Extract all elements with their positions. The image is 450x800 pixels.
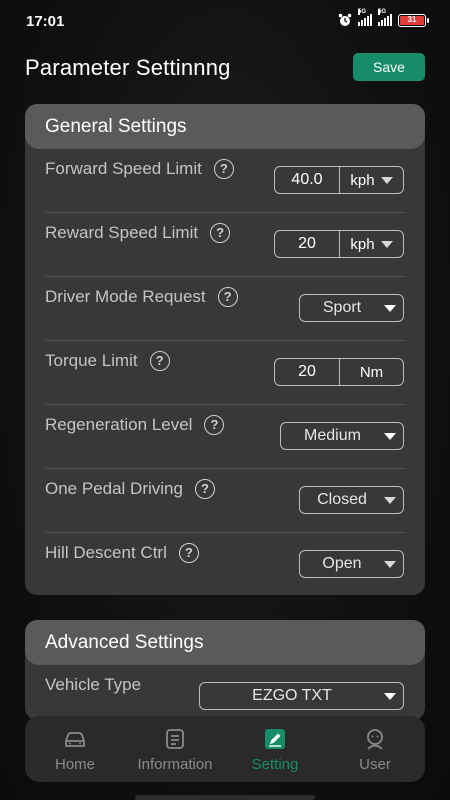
hill-descent-row: Hill Descent Ctrl ? Open xyxy=(25,533,425,595)
chevron-down-icon xyxy=(384,560,396,568)
torque-input[interactable] xyxy=(275,359,339,385)
general-settings-card: General Settings Forward Speed Limit ? k… xyxy=(25,104,425,595)
nav-setting-label: Setting xyxy=(251,756,299,773)
help-icon[interactable]: ? xyxy=(213,159,234,179)
nav-home[interactable]: Home xyxy=(25,716,125,782)
forward-speed-row: Forward Speed Limit ? kph xyxy=(25,149,425,213)
hill-descent-select[interactable]: Open xyxy=(299,550,404,578)
one-pedal-label: One Pedal Driving ? xyxy=(45,479,215,499)
signal-icon-2: 5G xyxy=(378,9,392,26)
help-icon[interactable]: ? xyxy=(210,223,231,243)
torque-unit: Nm xyxy=(339,359,403,385)
document-icon xyxy=(166,729,184,749)
forward-speed-input[interactable] xyxy=(275,167,339,193)
reward-speed-label: Reward Speed Limit ? xyxy=(45,223,231,243)
reward-speed-row: Reward Speed Limit ? kph xyxy=(25,213,425,277)
chevron-down-icon xyxy=(380,176,393,184)
vehicle-type-label: Vehicle Type xyxy=(45,675,142,694)
chevron-down-icon xyxy=(384,496,396,504)
forward-speed-label: Forward Speed Limit ? xyxy=(45,159,234,179)
forward-speed-control: kph xyxy=(274,166,404,194)
battery-icon: 31 xyxy=(398,13,429,27)
alarm-icon xyxy=(338,13,352,26)
regen-row: Regeneration Level ? Medium xyxy=(25,405,425,469)
nav-information[interactable]: Information xyxy=(125,716,225,782)
status-bar: 17:01 5G 5G 31 xyxy=(0,0,450,42)
torque-row: Torque Limit ? Nm xyxy=(25,341,425,405)
nav-user[interactable]: User xyxy=(325,716,425,782)
chevron-down-icon xyxy=(380,240,393,248)
advanced-settings-card: Advanced Settings Vehicle Type EZGO TXT xyxy=(25,620,425,720)
hill-descent-label: Hill Descent Ctrl ? xyxy=(45,543,199,563)
nav-home-label: Home xyxy=(54,756,95,773)
regen-label: Regeneration Level ? xyxy=(45,415,225,435)
reward-speed-unit-select[interactable]: kph xyxy=(339,231,403,257)
help-icon[interactable]: ? xyxy=(194,479,215,499)
reward-speed-input[interactable] xyxy=(275,231,339,257)
regen-select[interactable]: Medium xyxy=(280,422,404,450)
home-indicator[interactable] xyxy=(135,795,315,800)
help-icon[interactable]: ? xyxy=(178,543,199,563)
chevron-down-icon xyxy=(384,432,396,440)
reward-speed-control: kph xyxy=(274,230,404,258)
driver-mode-row: Driver Mode Request ? Sport xyxy=(25,277,425,341)
bottom-nav: Home Information Setting User xyxy=(25,716,425,782)
torque-label: Torque Limit ? xyxy=(45,351,170,371)
user-icon xyxy=(367,729,383,750)
advanced-settings-header: Advanced Settings xyxy=(25,620,425,665)
status-time: 17:01 xyxy=(26,13,65,30)
status-icons: 5G 5G 31 xyxy=(338,9,429,27)
battery-level: 31 xyxy=(400,15,424,25)
driver-mode-select[interactable]: Sport xyxy=(299,294,404,322)
nav-information-label: Information xyxy=(137,756,213,773)
save-button[interactable]: Save xyxy=(353,53,425,81)
general-settings-header: General Settings xyxy=(25,104,425,149)
driver-mode-label: Driver Mode Request ? xyxy=(45,287,238,307)
vehicle-type-select[interactable]: EZGO TXT xyxy=(199,682,404,710)
torque-control: Nm xyxy=(274,358,404,386)
nav-user-label: User xyxy=(359,756,391,773)
nav-setting[interactable]: Setting xyxy=(225,716,325,782)
page-title: Parameter Settinnng xyxy=(25,55,231,80)
one-pedal-select[interactable]: Closed xyxy=(299,486,404,514)
help-icon[interactable]: ? xyxy=(217,287,238,307)
edit-icon xyxy=(265,729,285,749)
forward-speed-unit-select[interactable]: kph xyxy=(339,167,403,193)
vehicle-type-row: Vehicle Type EZGO TXT xyxy=(25,665,425,720)
help-icon[interactable]: ? xyxy=(149,351,170,371)
help-icon[interactable]: ? xyxy=(204,415,225,435)
signal-icon: 5G xyxy=(358,9,372,26)
chevron-down-icon xyxy=(384,304,396,312)
one-pedal-row: One Pedal Driving ? Closed xyxy=(25,469,425,533)
chevron-down-icon xyxy=(384,692,396,700)
car-icon xyxy=(65,732,85,747)
